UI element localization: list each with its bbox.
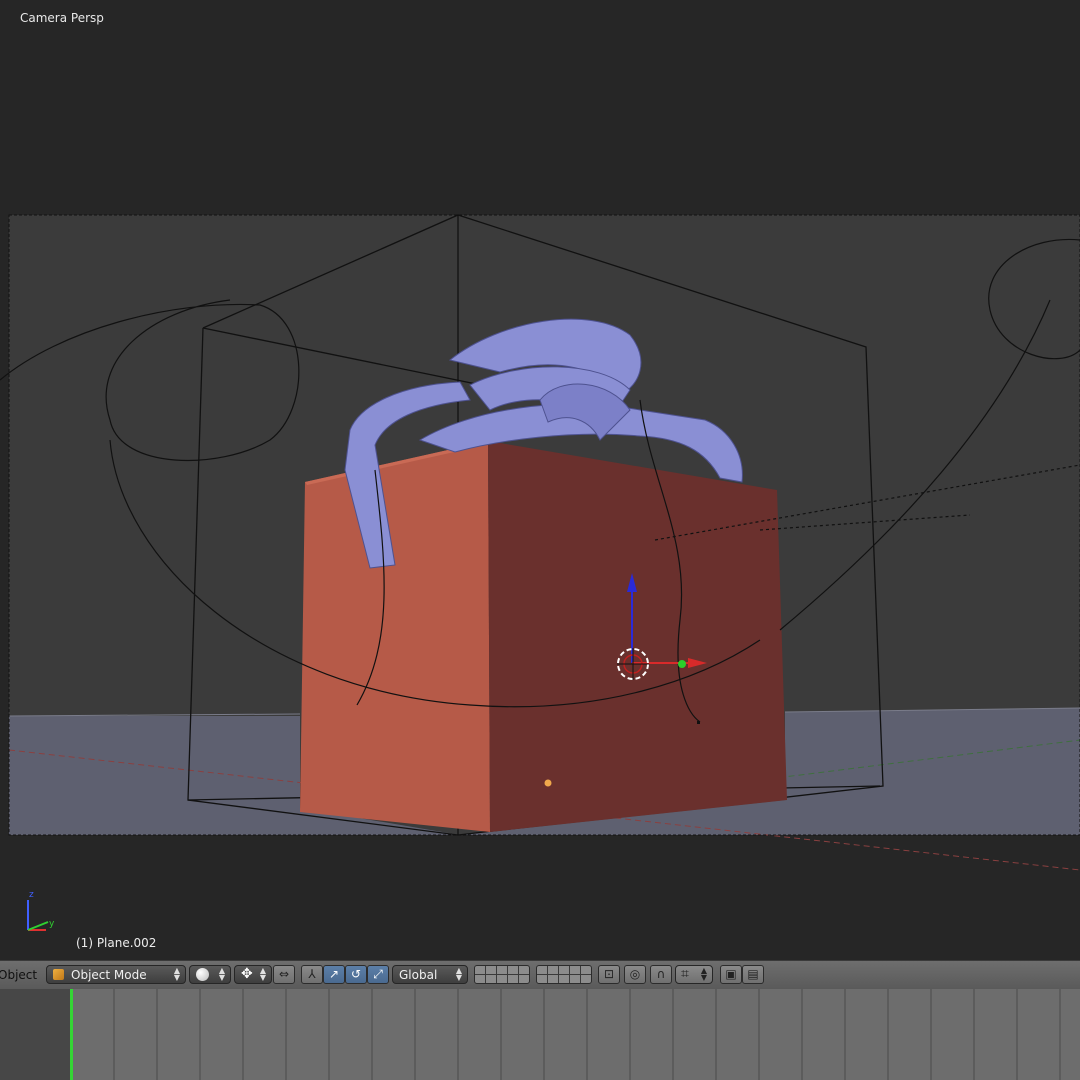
transform-orientation-dropdown[interactable]: Global ▲ ▼ — [392, 965, 468, 984]
active-object-label: (1) Plane.002 — [76, 936, 157, 950]
box-side-face — [488, 441, 787, 832]
3d-view-header: Object Object Mode ▲ ▼ ▲ ▼ ✥ ▲ ▼ ⇔ ⅄ ↗ ↺ ⤢ … — [0, 960, 1080, 990]
object-origin — [544, 779, 552, 787]
timeline-editor[interactable] — [0, 989, 1080, 1080]
viewport-shading-dropdown[interactable]: ▲ ▼ — [189, 965, 231, 984]
manipulator-toggle-button[interactable]: ⅄ — [301, 965, 323, 984]
chevron-updown-icon: ▲ ▼ — [218, 966, 225, 982]
manipulator-icon: ⅄ — [308, 967, 316, 981]
3d-viewport[interactable]: Camera Persp z y (1) Plane.002 — [0, 0, 1080, 960]
render-still-button[interactable]: ▣ — [720, 965, 742, 984]
chevron-updown-icon: ▲ ▼ — [455, 966, 462, 982]
rotate-manipulator-button[interactable]: ↺ — [345, 965, 367, 984]
translate-manipulator-button[interactable]: ↗ — [323, 965, 345, 984]
view-title: Camera Persp — [20, 11, 104, 25]
proportional-edit-icon: ◎ — [629, 967, 641, 981]
render-animation-button[interactable]: ▤ — [742, 965, 764, 984]
pivot-point-icon: ✥ — [241, 966, 253, 982]
lock-camera-button[interactable]: ⊡ — [598, 965, 620, 984]
mode-dropdown[interactable]: Object Mode ▲ ▼ — [46, 965, 186, 984]
object-mode-icon — [53, 969, 64, 980]
rotate-icon: ↺ — [350, 967, 362, 981]
chevron-updown-icon: ▲ ▼ — [259, 966, 266, 982]
timeline-frames-area[interactable] — [72, 989, 1080, 1080]
box-front-face — [300, 441, 490, 832]
clapperboard-icon: ▤ — [747, 967, 759, 981]
proportional-edit-button[interactable]: ◎ — [624, 965, 646, 984]
chevron-updown-icon: ▲ ▼ — [173, 966, 180, 982]
layers-group-1[interactable] — [474, 965, 530, 984]
chevron-updown-icon: ▲ ▼ — [700, 966, 707, 982]
menu-object[interactable]: Object — [0, 968, 37, 982]
axis-z-label: z — [29, 890, 34, 900]
pivot-align-button[interactable]: ⇔ — [273, 965, 295, 984]
view-axes-widget — [27, 900, 49, 931]
snap-element-dropdown[interactable]: ⌗ ▲ ▼ — [675, 965, 713, 984]
scale-icon: ⤢ — [373, 967, 383, 981]
magnet-icon: ∩ — [656, 967, 666, 981]
solid-sphere-icon — [196, 968, 209, 981]
mode-label: Object Mode — [71, 968, 147, 982]
axis-y-label: y — [49, 919, 55, 929]
pivot-align-icon: ⇔ — [278, 967, 290, 981]
orientation-label: Global — [399, 968, 438, 982]
snap-increment-icon: ⌗ — [681, 966, 689, 982]
scale-manipulator-button[interactable]: ⤢ — [367, 965, 389, 984]
layers-group-2[interactable] — [536, 965, 592, 984]
lock-icon: ⊡ — [603, 967, 615, 981]
scene-render — [0, 214, 1080, 931]
arrow-icon: ↗ — [328, 967, 340, 981]
current-frame-indicator[interactable] — [70, 989, 73, 1080]
camera-icon: ▣ — [725, 967, 737, 981]
timeline-channel-region — [0, 989, 72, 1080]
snap-toggle-button[interactable]: ∩ — [650, 965, 672, 984]
pivot-point-dropdown[interactable]: ✥ ▲ ▼ — [234, 965, 272, 984]
